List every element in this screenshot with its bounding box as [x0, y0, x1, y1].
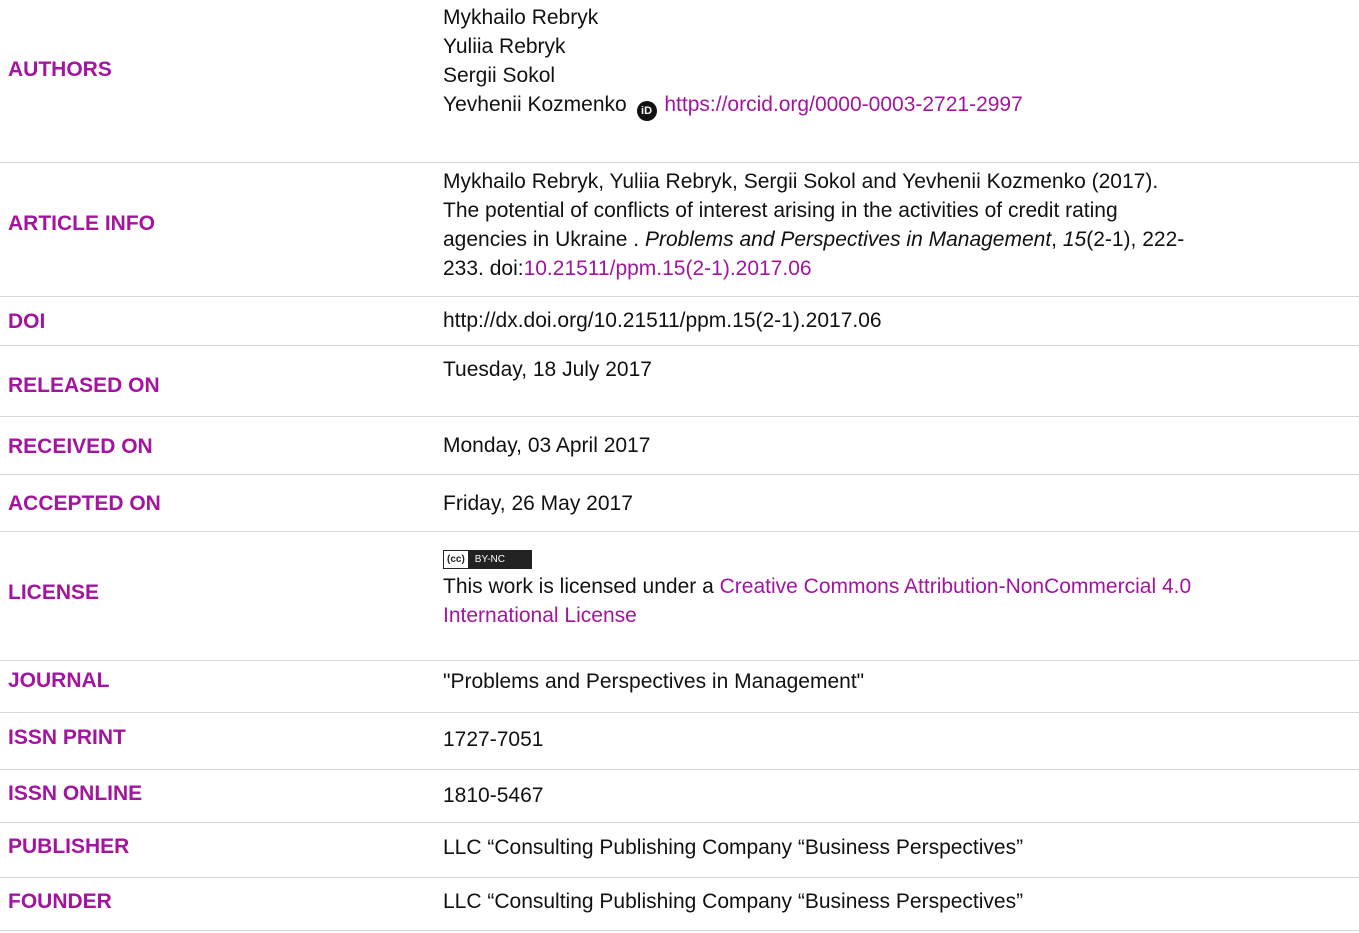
citation-text: ,	[1051, 228, 1063, 251]
citation-text: 233. doi:	[443, 257, 524, 280]
citation-text: agencies in Ukraine .	[443, 228, 645, 251]
received-label: RECEIVED ON	[8, 435, 153, 458]
license-link[interactable]: International License	[443, 604, 637, 627]
orcid-icon[interactable]: iD	[636, 101, 657, 121]
founder-value: LLC “Consulting Publishing Company “Busi…	[443, 890, 1024, 913]
issn-print-row: ISSN PRINT 1727-7051	[0, 712, 1359, 770]
citation-line: 233. doi:10.21511/ppm.15(2-1).2017.06	[443, 254, 1184, 283]
accepted-row: ACCEPTED ON Friday, 26 May 2017	[0, 474, 1359, 532]
license-label: LICENSE	[8, 581, 100, 604]
doi-value: http://dx.doi.org/10.21511/ppm.15(2-1).2…	[443, 309, 882, 332]
released-row: RELEASED ON Tuesday, 18 July 2017	[0, 345, 1359, 417]
journal-value: "Problems and Perspectives in Management…	[443, 670, 865, 693]
founder-label: FOUNDER	[8, 890, 112, 913]
authors-list: Mykhailo Rebryk Yuliia Rebryk Sergii Sok…	[443, 3, 1023, 121]
received-value: Monday, 03 April 2017	[443, 434, 651, 457]
author-name: Yevhenii Kozmenko	[443, 93, 627, 116]
released-value: Tuesday, 18 July 2017	[443, 358, 652, 381]
authors-label: AUTHORS	[8, 58, 112, 81]
issn-print-label: ISSN PRINT	[8, 726, 126, 749]
license-row: LICENSE (cc) BY-NC This work is licensed …	[0, 531, 1359, 661]
article-info-row: ARTICLE INFO Mykhailo Rebryk, Yuliia Reb…	[0, 162, 1359, 297]
issn-online-label: ISSN ONLINE	[8, 782, 143, 805]
publisher-row: PUBLISHER LLC “Consulting Publishing Com…	[0, 822, 1359, 878]
citation-line: agencies in Ukraine . Problems and Persp…	[443, 225, 1184, 254]
cc-icon: (cc)	[444, 551, 469, 568]
citation-volume: 15	[1062, 228, 1087, 251]
accepted-value: Friday, 26 May 2017	[443, 492, 633, 515]
doi-label: DOI	[8, 310, 46, 333]
license-text-line: This work is licensed under a Creative C…	[443, 572, 1191, 601]
journal-row: JOURNAL "Problems and Perspectives in Ma…	[0, 660, 1359, 713]
accepted-label: ACCEPTED ON	[8, 492, 161, 515]
author-name: Mykhailo Rebryk	[443, 6, 599, 29]
citation-doi-link[interactable]: 10.21511/ppm.15(2-1).2017.06	[524, 257, 812, 280]
journal-label: JOURNAL	[8, 669, 110, 692]
publisher-value: LLC “Consulting Publishing Company “Busi…	[443, 836, 1024, 859]
doi-row: DOI http://dx.doi.org/10.21511/ppm.15(2-…	[0, 296, 1359, 346]
license-value: (cc) BY-NC This work is licensed under a …	[443, 541, 1191, 630]
released-label: RELEASED ON	[8, 374, 160, 397]
author-name: Sergii Sokol	[443, 64, 556, 87]
license-link[interactable]: Creative Commons Attribution-NonCommerci…	[720, 575, 1192, 598]
author-with-orcid: Yevhenii Kozmenko iD https://orcid.org/0…	[443, 90, 1023, 121]
author-name: Yuliia Rebryk	[443, 35, 566, 58]
citation-text: (2-1), 222-	[1086, 228, 1185, 251]
founder-row: FOUNDER LLC “Consulting Publishing Compa…	[0, 877, 1359, 931]
issn-online-row: ISSN ONLINE 1810-5467	[0, 769, 1359, 823]
citation-journal: Problems and Perspectives in Management	[644, 228, 1052, 251]
article-citation: Mykhailo Rebryk, Yuliia Rebryk, Sergii S…	[443, 167, 1184, 283]
article-info-label: ARTICLE INFO	[8, 212, 155, 235]
cc-license-badge[interactable]: (cc) BY-NC	[443, 550, 532, 569]
citation-line: The potential of conflicts of interest a…	[443, 199, 1118, 222]
issn-print-value: 1727-7051	[443, 728, 544, 751]
orcid-link[interactable]: https://orcid.org/0000-0003-2721-2997	[664, 93, 1022, 116]
license-text-line: International License	[443, 601, 1191, 630]
authors-row: AUTHORS Mykhailo Rebryk Yuliia Rebryk Se…	[0, 0, 1359, 163]
cc-by-nc-text: BY-NC	[468, 551, 531, 568]
publisher-label: PUBLISHER	[8, 835, 130, 858]
received-row: RECEIVED ON Monday, 03 April 2017	[0, 416, 1359, 475]
citation-line: Mykhailo Rebryk, Yuliia Rebryk, Sergii S…	[443, 170, 1159, 193]
license-text: This work is licensed under a	[443, 575, 720, 598]
issn-online-value: 1810-5467	[443, 784, 544, 807]
